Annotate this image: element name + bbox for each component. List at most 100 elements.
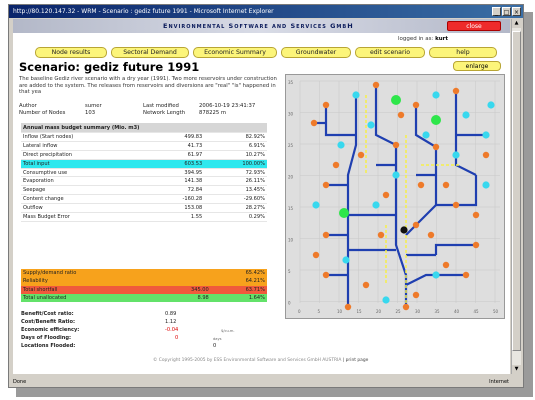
benefit-value: 0.89 bbox=[165, 311, 177, 317]
scroll-up-icon[interactable]: ▲ bbox=[512, 19, 521, 28]
nodes-label: Number of Nodes bbox=[19, 110, 66, 116]
x-tick-label: 5 bbox=[318, 309, 321, 314]
summary-value: 345.00 bbox=[190, 286, 209, 293]
budget-pct: 0.29% bbox=[204, 212, 267, 222]
budget-label: Seepage bbox=[21, 185, 149, 196]
nav-edit-scenario[interactable]: edit scenario bbox=[355, 47, 425, 58]
nav-groundwater[interactable]: Groundwater bbox=[281, 47, 351, 58]
network-node bbox=[377, 231, 385, 239]
page-title: Scenario: gediz future 1991 bbox=[19, 60, 200, 74]
summary-label: Reliability bbox=[23, 278, 48, 285]
x-tick-label: 30 bbox=[415, 309, 421, 314]
budget-label: Direct precipitation bbox=[21, 150, 149, 160]
river-segment bbox=[346, 95, 358, 307]
x-tick-label: 0 bbox=[298, 309, 301, 314]
efficiency-value: -0.04 bbox=[165, 327, 179, 333]
summary-row-supply: Supply/demand ratio 65.42% bbox=[21, 269, 267, 278]
budget-value: 153.08 bbox=[148, 203, 205, 214]
budget-pct: 13.45% bbox=[204, 185, 267, 196]
author-value: sumer bbox=[85, 103, 102, 109]
summary-value bbox=[158, 277, 210, 285]
budget-value: -160.28 bbox=[148, 194, 205, 205]
budget-value: 394.95 bbox=[148, 168, 205, 178]
network-node bbox=[412, 291, 420, 299]
network-svg: 0 5 10 15 20 25 30 35 40 45 5035302520151050 bbox=[288, 80, 500, 314]
network-node-reservoir bbox=[367, 121, 375, 129]
network-node bbox=[427, 231, 435, 239]
x-tick-label: 50 bbox=[493, 309, 499, 314]
budget-label: Content change bbox=[21, 194, 149, 205]
nav-bar: Node results Sectoral Demand Economic Su… bbox=[35, 47, 498, 58]
network-node-active bbox=[431, 115, 441, 125]
network-node-reservoir bbox=[482, 181, 490, 189]
close-button[interactable]: close bbox=[447, 21, 501, 31]
summary-value bbox=[158, 269, 210, 277]
network-node bbox=[452, 87, 460, 95]
budget-label: Total input bbox=[21, 159, 149, 169]
print-page-link[interactable]: | print page bbox=[343, 358, 369, 363]
y-tick-label: 35 bbox=[288, 80, 294, 85]
budget-row: Lateral inflow 41.73 6.91% bbox=[21, 141, 267, 151]
modified-value: 2006-10-19 23:41:37 bbox=[199, 103, 256, 109]
river-network-map[interactable]: 0 5 10 15 20 25 30 35 40 45 50 35 30 25 20 15 10 5 0 bbox=[285, 74, 505, 319]
nav-economic-summary[interactable]: Economic Summary bbox=[193, 47, 277, 58]
summary-pct: 65.42% bbox=[245, 270, 265, 277]
nav-sectoral-demand[interactable]: Sectoral Demand bbox=[111, 47, 189, 58]
nav-node-results[interactable]: Node results bbox=[35, 47, 107, 58]
budget-row: Evaporation 141.38 26.11% bbox=[21, 176, 267, 187]
close-icon[interactable]: × bbox=[512, 7, 521, 16]
x-tick-label: 15 bbox=[357, 309, 363, 314]
budget-row: Seepage 72.84 13.45% bbox=[21, 185, 267, 196]
network-node bbox=[412, 221, 420, 229]
footer: © Copyright 1995-2005 by ESS Environment… bbox=[153, 358, 368, 363]
costbenefit-value: 1.12 bbox=[165, 319, 177, 325]
x-tick-label: 35 bbox=[435, 309, 441, 314]
summary-pct: 1.64% bbox=[248, 295, 265, 302]
network-node bbox=[372, 81, 380, 89]
locations-label: Locations Flooded: bbox=[21, 343, 76, 349]
budget-pct: 6.91% bbox=[204, 141, 267, 151]
author-label: Author bbox=[19, 103, 37, 109]
network-node-reservoir bbox=[482, 131, 490, 139]
costbenefit-label: Cost/Benefit Ratio: bbox=[21, 319, 76, 325]
network-node bbox=[472, 211, 480, 219]
benefit-label: Benefit/Cost ratio: bbox=[21, 311, 74, 317]
zone-text: Internet bbox=[489, 379, 509, 385]
scroll-down-icon[interactable]: ▼ bbox=[512, 365, 521, 374]
status-text: Done bbox=[13, 379, 27, 385]
network-node bbox=[442, 181, 450, 189]
budget-value: 1.55 bbox=[148, 212, 205, 222]
vertical-scrollbar[interactable]: ▲ ▼ bbox=[511, 19, 521, 374]
flooding-value: 0 bbox=[175, 335, 179, 341]
network-node bbox=[442, 261, 450, 269]
budget-label: Consumptive use bbox=[21, 168, 149, 178]
network-node-reservoir bbox=[422, 131, 430, 139]
efficiency-label: Economic efficiency: bbox=[21, 327, 80, 333]
scroll-thumb[interactable] bbox=[512, 31, 521, 351]
network-node bbox=[432, 143, 440, 151]
network-node bbox=[392, 141, 400, 149]
budget-label: Lateral inflow bbox=[21, 141, 149, 151]
y-tick-label: 30 bbox=[288, 112, 294, 117]
network-node-reservoir bbox=[432, 91, 440, 99]
network-node bbox=[412, 101, 420, 109]
minimize-icon[interactable]: _ bbox=[492, 7, 501, 16]
summary-label: Total shortfall bbox=[23, 286, 58, 293]
nav-help[interactable]: help bbox=[429, 47, 497, 58]
budget-label: Outflow bbox=[21, 203, 149, 214]
mass-budget-table: Annual mass budget summary (Mio. m3) Inf… bbox=[21, 123, 267, 222]
network-node bbox=[417, 181, 425, 189]
budget-value: 41.73 bbox=[148, 141, 205, 151]
network-node-reservoir bbox=[452, 151, 460, 159]
enlarge-button[interactable]: enlarge bbox=[453, 61, 501, 71]
summary-label: Supply/demand ratio bbox=[23, 270, 77, 277]
page-content: Environmental Software and Services GmbH… bbox=[13, 19, 510, 374]
header-band: Environmental Software and Services GmbH… bbox=[13, 19, 510, 33]
maximize-icon[interactable]: □ bbox=[502, 7, 511, 16]
network-node-reservoir bbox=[342, 256, 350, 264]
network-node bbox=[357, 151, 365, 159]
network-node bbox=[462, 271, 470, 279]
network-node-selected bbox=[400, 226, 408, 234]
y-tick-label: 10 bbox=[288, 238, 294, 243]
network-value: 878225 m bbox=[199, 110, 227, 116]
